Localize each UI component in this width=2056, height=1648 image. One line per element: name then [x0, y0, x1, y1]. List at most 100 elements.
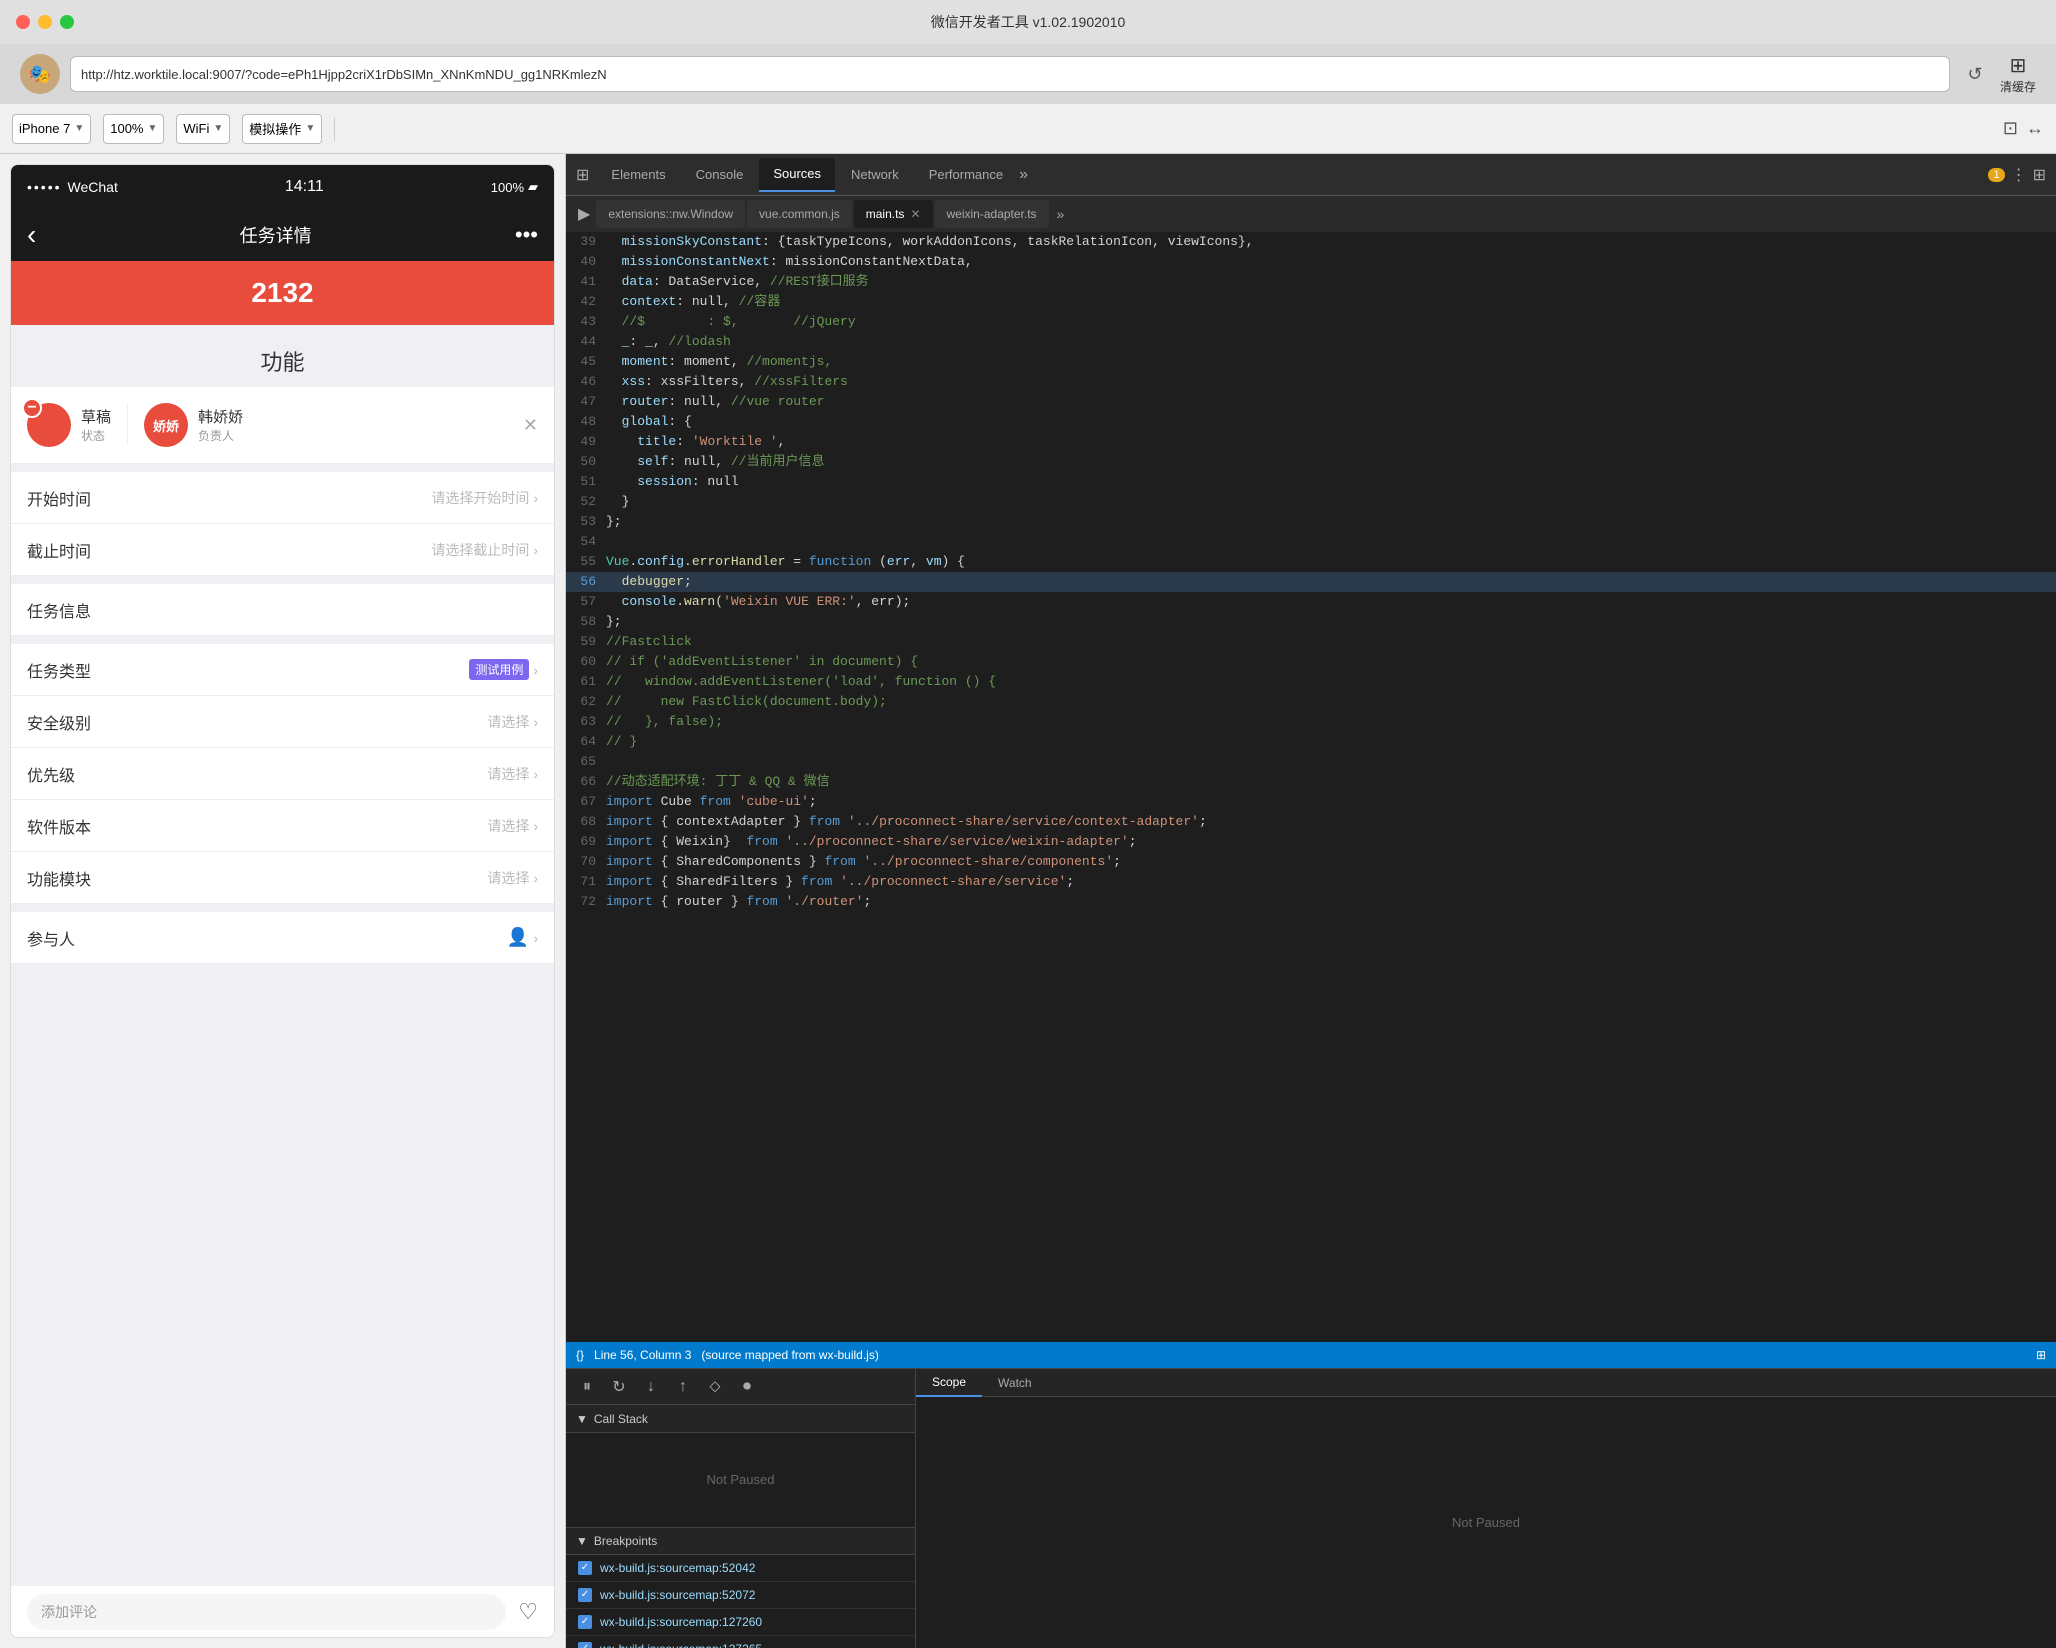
line-content: // new FastClick(document.body); — [606, 692, 887, 712]
code-line: 60 // if ('addEventListener' in document… — [566, 652, 2056, 672]
step-over-button[interactable]: ↻ — [608, 1376, 630, 1398]
end-time-row[interactable]: 截止时间 请选择截止时间 › — [11, 524, 554, 576]
window-controls — [16, 15, 74, 29]
tab-sources[interactable]: Sources — [759, 158, 835, 192]
comment-input[interactable]: 添加评论 — [27, 1594, 506, 1630]
expand-icon[interactable]: ⊞ — [2036, 1348, 2046, 1362]
line-number: 49 — [566, 432, 606, 452]
code-line: 39 missionSkyConstant: {taskTypeIcons, w… — [566, 232, 2056, 252]
tab-network[interactable]: Network — [837, 158, 913, 192]
bp-checkbox[interactable]: ✓ — [578, 1588, 592, 1602]
maximize-button[interactable] — [60, 15, 74, 29]
tab-console[interactable]: Console — [682, 158, 758, 192]
signal-dots: ••••• — [27, 179, 62, 195]
close-assignee-button[interactable]: ✕ — [523, 415, 538, 436]
line-number: 62 — [566, 692, 606, 712]
layer-icon: ⊞ — [2010, 53, 2027, 78]
code-line: 70 import { SharedComponents } from '../… — [566, 852, 2056, 872]
feature-module-label: 功能模块 — [27, 866, 107, 890]
pause-button[interactable]: ⏸ — [576, 1376, 598, 1398]
phone-status-bar: ••••• WeChat 14:11 100% ▰ — [11, 165, 554, 209]
phone-nav-bar: ‹ 任务详情 ••• — [11, 209, 554, 261]
task-type-row[interactable]: 任务类型 测试用例 › — [11, 644, 554, 696]
code-line: 64 // } — [566, 732, 2056, 752]
phone-panel: ••••• WeChat 14:11 100% ▰ ‹ 任务详情 ••• — [0, 154, 566, 1648]
panel-toggle[interactable]: ▶ — [574, 204, 594, 224]
priority-row[interactable]: 优先级 请选择 › — [11, 748, 554, 800]
back-button[interactable]: ‹ — [27, 219, 36, 251]
settings-icon[interactable]: ⋮ — [2011, 165, 2027, 185]
separator — [127, 405, 128, 445]
close-button[interactable] — [16, 15, 30, 29]
zoom-select[interactable]: 100% ▼ — [103, 114, 164, 144]
network-select[interactable]: WiFi ▼ — [176, 114, 230, 144]
toggle-size-icon[interactable]: ⊡ — [2003, 118, 2018, 139]
chevron-down-icon: ▼ — [147, 123, 157, 134]
line-content: } — [606, 492, 629, 512]
line-content: import { SharedFilters } from '../procon… — [606, 872, 1074, 892]
participants-row[interactable]: 参与人 👤 › — [11, 912, 554, 964]
url-input[interactable]: http://htz.worktile.local:9007/?code=ePh… — [70, 56, 1950, 92]
expand-icon[interactable]: ↔ — [2026, 118, 2044, 139]
chevron-right-icon: › — [533, 490, 538, 506]
tab-performance[interactable]: Performance — [915, 158, 1017, 192]
software-version-row[interactable]: 软件版本 请选择 › — [11, 800, 554, 852]
line-number: 47 — [566, 392, 606, 412]
tab-scope[interactable]: Scope — [916, 1369, 982, 1397]
task-info-row[interactable]: 任务信息 — [11, 584, 554, 636]
bp-checkbox[interactable]: ✓ — [578, 1615, 592, 1629]
divider — [11, 576, 554, 584]
scope-panel: Scope Watch Not Paused — [916, 1369, 2056, 1648]
record-button[interactable]: ⏺ — [736, 1376, 758, 1398]
step-into-button[interactable]: ↓ — [640, 1376, 662, 1398]
security-level-row[interactable]: 安全级别 请选择 › — [11, 696, 554, 748]
code-view[interactable]: 39 missionSkyConstant: {taskTypeIcons, w… — [566, 232, 2056, 1342]
file-tab-weixin-adapter[interactable]: weixin-adapter.ts — [935, 200, 1049, 228]
operation-select[interactable]: 模拟操作 ▼ — [242, 114, 322, 144]
participants-value: 👤 › — [507, 927, 538, 948]
line-number: 53 — [566, 512, 606, 532]
chevron-right-icon: › — [533, 662, 538, 678]
dock-icon[interactable]: ⊞ — [2033, 165, 2046, 185]
line-content: import { Weixin} from '../proconnect-sha… — [606, 832, 1137, 852]
breakpoint-item: ✓ wx-build.js:sourcemap:52072 — [566, 1582, 915, 1609]
separator — [334, 117, 335, 141]
file-tab-vue-common[interactable]: vue.common.js — [747, 200, 852, 228]
refresh-button[interactable]: ↺ — [1960, 59, 1990, 89]
clear-cache-button[interactable]: ⊞ 清缓存 — [2000, 53, 2036, 95]
tab-watch[interactable]: Watch — [982, 1369, 1048, 1397]
start-time-row[interactable]: 开始时间 请选择开始时间 › — [11, 472, 554, 524]
file-tab-name: extensions::nw.Window — [608, 207, 733, 221]
software-version-label: 软件版本 — [27, 814, 107, 838]
heart-icon[interactable]: ♡ — [518, 1599, 538, 1625]
tab-elements[interactable]: Elements — [597, 158, 679, 192]
line-content: // }, false); — [606, 712, 723, 732]
breakpoint-item: ✓ wx-build.js:sourcemap:127260 — [566, 1609, 915, 1636]
warning-badge: 1 — [1988, 168, 2004, 182]
more-tabs-icon[interactable]: » — [1019, 166, 1028, 184]
code-line: 42 context: null, //容器 — [566, 292, 2056, 312]
more-files-icon[interactable]: » — [1051, 206, 1071, 222]
file-tab-extensions[interactable]: extensions::nw.Window — [596, 200, 745, 228]
line-content: // window.addEventListener('load', funct… — [606, 672, 996, 692]
minimize-button[interactable] — [38, 15, 52, 29]
file-tab-main-ts[interactable]: main.ts ✕ — [854, 200, 933, 228]
bp-checkbox[interactable]: ✓ — [578, 1642, 592, 1648]
code-line: 53 }; — [566, 512, 2056, 532]
close-tab-icon[interactable]: ✕ — [910, 207, 920, 221]
bp-checkbox[interactable]: ✓ — [578, 1561, 592, 1575]
toolbar-icons: ⊡ ↔ — [2003, 118, 2044, 139]
line-content: xss: xssFilters, //xssFilters — [606, 372, 848, 392]
more-button[interactable]: ••• — [515, 222, 538, 248]
feature-module-row[interactable]: 功能模块 请选择 › — [11, 852, 554, 904]
section-title: 功能 — [11, 325, 554, 387]
task-info-label: 任务信息 — [27, 598, 107, 622]
comment-bar: 添加评论 ♡ — [11, 1585, 554, 1637]
step-out-button[interactable]: ↑ — [672, 1376, 694, 1398]
line-content: //$ : $, //jQuery — [606, 312, 856, 332]
deactivate-button[interactable]: ⬦ — [704, 1376, 726, 1398]
code-line: 43 //$ : $, //jQuery — [566, 312, 2056, 332]
line-number: 44 — [566, 332, 606, 352]
device-select[interactable]: iPhone 7 ▼ — [12, 114, 91, 144]
sidebar-toggle[interactable]: ⊞ — [576, 165, 589, 185]
